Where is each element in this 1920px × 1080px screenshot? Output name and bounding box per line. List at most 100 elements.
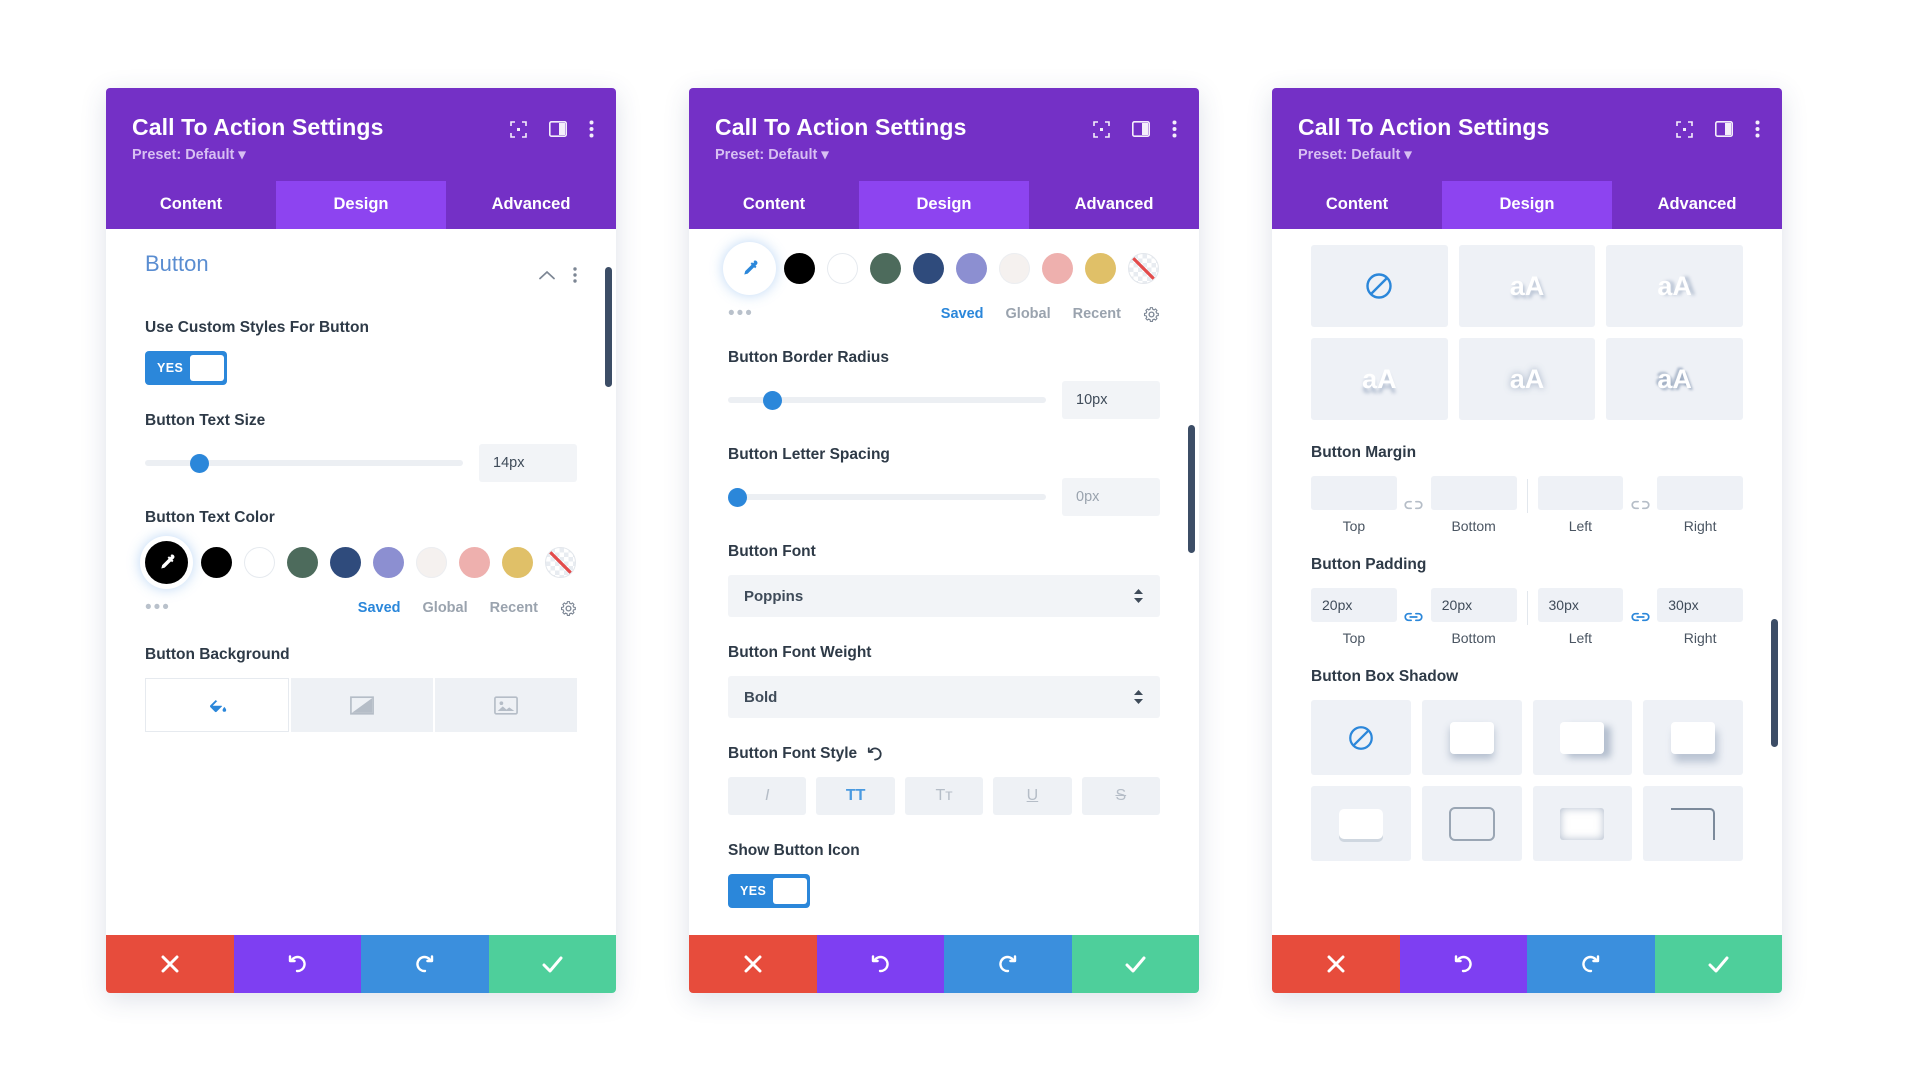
letter-spacing-slider[interactable] <box>728 480 1046 514</box>
text-shadow-blur[interactable]: aA <box>1458 338 1596 420</box>
letter-spacing-input[interactable]: 0px <box>1062 478 1160 516</box>
palette-tab-saved[interactable]: Saved <box>941 306 984 322</box>
show-button-icon-toggle[interactable]: YES <box>728 874 810 908</box>
button-font-select[interactable]: Poppins <box>728 575 1160 617</box>
scrollbar-thumb[interactable] <box>1188 425 1195 553</box>
swatch-pink[interactable] <box>459 547 490 578</box>
preset-selector[interactable]: Preset: Default ▾ <box>715 147 1173 163</box>
text-size-input[interactable]: 14px <box>479 444 577 482</box>
undo-button[interactable] <box>1399 935 1527 993</box>
kebab-menu-icon[interactable] <box>1172 120 1177 138</box>
swatch-green[interactable] <box>870 253 901 284</box>
tab-advanced[interactable]: Advanced <box>1612 181 1782 229</box>
font-style-uppercase[interactable]: TT <box>816 777 895 815</box>
tab-content[interactable]: Content <box>1272 181 1442 229</box>
cancel-button[interactable] <box>689 935 817 993</box>
box-shadow-inner[interactable] <box>1532 786 1633 861</box>
button-font-weight-select[interactable]: Bold <box>728 676 1160 718</box>
swatch-navy[interactable] <box>330 547 361 578</box>
chevron-up-icon[interactable] <box>539 270 555 280</box>
text-shadow-right[interactable]: aA <box>1606 245 1743 327</box>
box-shadow-none[interactable] <box>1311 700 1411 775</box>
kebab-menu-icon[interactable] <box>589 120 594 138</box>
expand-icon[interactable] <box>1676 120 1693 138</box>
border-radius-input[interactable]: 10px <box>1062 381 1160 419</box>
save-button[interactable] <box>488 935 616 993</box>
palette-tab-global[interactable]: Global <box>1006 306 1051 322</box>
swatch-offwhite[interactable] <box>416 547 447 578</box>
save-button[interactable] <box>1071 935 1199 993</box>
expand-icon[interactable] <box>510 120 527 138</box>
background-color-tab[interactable] <box>145 678 289 732</box>
box-shadow-corner[interactable] <box>1643 786 1743 861</box>
palette-tab-saved[interactable]: Saved <box>358 600 401 616</box>
layout-icon[interactable] <box>1715 121 1733 137</box>
redo-button[interactable] <box>361 935 489 993</box>
swatch-navy[interactable] <box>913 253 944 284</box>
padding-link-vertical[interactable] <box>1397 610 1431 624</box>
font-style-strikethrough[interactable]: S <box>1081 777 1161 815</box>
swatch-periwinkle[interactable] <box>373 547 404 578</box>
expand-icon[interactable] <box>1093 120 1110 138</box>
slider-knob[interactable] <box>728 487 747 507</box>
text-shadow-soft[interactable]: aA <box>1458 245 1596 327</box>
gear-icon[interactable] <box>1143 306 1160 323</box>
swatch-periwinkle[interactable] <box>956 253 987 284</box>
tab-advanced[interactable]: Advanced <box>1029 181 1199 229</box>
color-picker-swatch[interactable] <box>728 247 771 290</box>
swatch-offwhite[interactable] <box>999 253 1030 284</box>
background-image-tab[interactable] <box>435 678 577 732</box>
layout-icon[interactable] <box>1132 121 1150 137</box>
swatch-transparent[interactable] <box>545 547 576 578</box>
font-style-underline[interactable]: U <box>993 777 1072 815</box>
undo-button[interactable] <box>233 935 361 993</box>
swatch-black[interactable] <box>201 547 232 578</box>
tab-content[interactable]: Content <box>689 181 859 229</box>
cancel-button[interactable] <box>106 935 234 993</box>
border-radius-slider[interactable] <box>728 383 1046 417</box>
background-gradient-tab[interactable] <box>291 678 433 732</box>
swatch-gold[interactable] <box>1085 253 1116 284</box>
preset-selector[interactable]: Preset: Default ▾ <box>132 147 590 163</box>
padding-top-input[interactable]: 20px <box>1311 588 1397 622</box>
swatch-white[interactable] <box>827 253 858 284</box>
margin-right-input[interactable] <box>1657 476 1743 510</box>
tab-design[interactable]: Design <box>859 181 1029 229</box>
margin-top-input[interactable] <box>1311 476 1397 510</box>
tab-design[interactable]: Design <box>276 181 446 229</box>
box-shadow-outline-bottom[interactable] <box>1311 786 1411 861</box>
box-shadow-soft-bottom[interactable] <box>1421 700 1522 775</box>
swatch-gold[interactable] <box>502 547 533 578</box>
swatch-transparent[interactable] <box>1128 253 1159 284</box>
undo-button[interactable] <box>816 935 944 993</box>
scrollbar-thumb[interactable] <box>605 267 612 387</box>
text-shadow-none[interactable] <box>1311 245 1448 327</box>
reset-icon[interactable] <box>867 746 883 762</box>
more-colors-icon[interactable]: ••• <box>145 597 171 619</box>
font-style-smallcaps[interactable]: Tᴛ <box>904 777 984 815</box>
custom-styles-toggle[interactable]: YES <box>145 351 227 385</box>
box-shadow-bottom-right[interactable] <box>1643 700 1743 775</box>
slider-knob[interactable] <box>189 453 209 473</box>
font-style-italic[interactable]: I <box>728 777 807 815</box>
swatch-pink[interactable] <box>1042 253 1073 284</box>
text-shadow-outline[interactable]: aA <box>1606 338 1743 420</box>
layout-icon[interactable] <box>549 121 567 137</box>
text-shadow-bottom[interactable]: aA <box>1311 338 1448 420</box>
color-picker-swatch[interactable] <box>145 541 188 584</box>
palette-tab-recent[interactable]: Recent <box>1073 306 1121 322</box>
kebab-menu-icon[interactable] <box>573 267 577 283</box>
swatch-green[interactable] <box>287 547 318 578</box>
save-button[interactable] <box>1654 935 1782 993</box>
text-size-slider[interactable] <box>145 446 463 480</box>
tab-advanced[interactable]: Advanced <box>446 181 616 229</box>
box-shadow-inset[interactable] <box>1421 786 1522 861</box>
margin-link-vertical[interactable] <box>1397 498 1431 512</box>
swatch-white[interactable] <box>244 547 275 578</box>
scrollbar-thumb[interactable] <box>1771 619 1778 747</box>
kebab-menu-icon[interactable] <box>1755 120 1760 138</box>
gear-icon[interactable] <box>560 600 577 617</box>
padding-right-input[interactable]: 30px <box>1657 588 1743 622</box>
palette-tab-recent[interactable]: Recent <box>490 600 538 616</box>
redo-button[interactable] <box>1527 935 1655 993</box>
